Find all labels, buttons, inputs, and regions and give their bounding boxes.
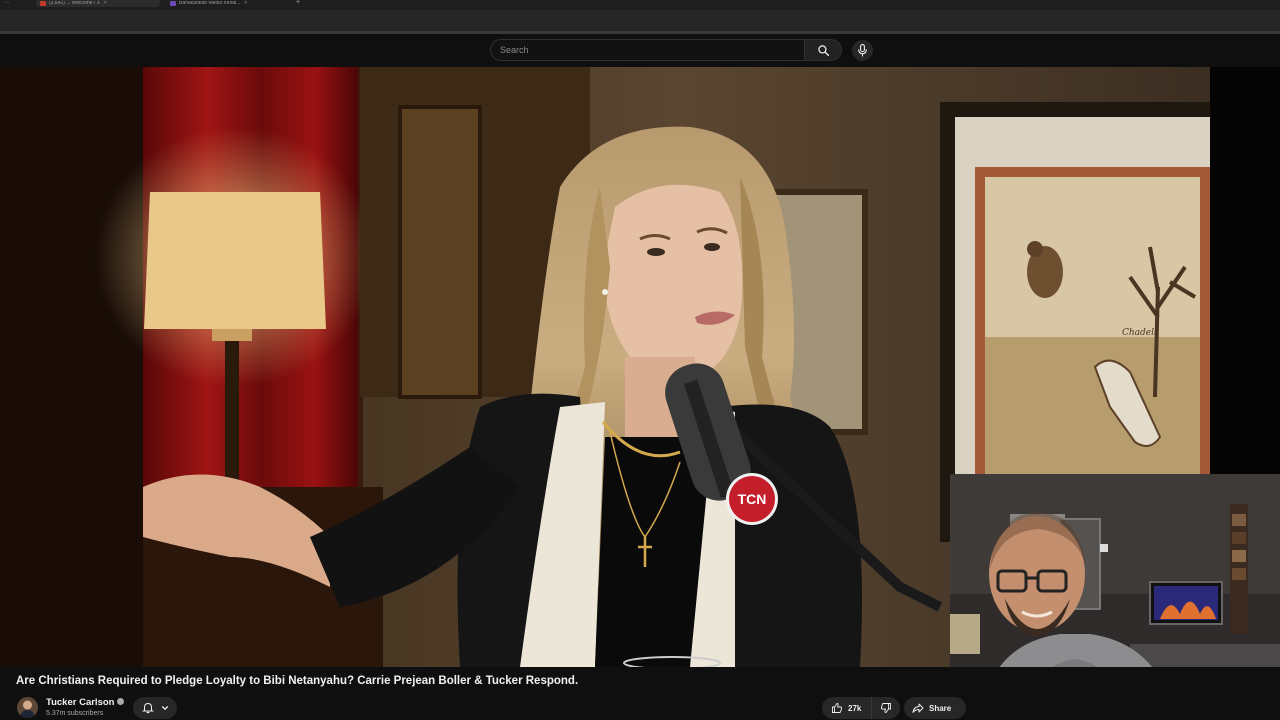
like-button[interactable]: 27k (822, 697, 872, 719)
youtube-header (0, 34, 1280, 67)
tapestry-signature: Chadela (1122, 328, 1159, 338)
tab-title: (3,642) ... Welcome / X (49, 1, 101, 6)
tab-favicon-icon (40, 1, 46, 6)
dislike-button[interactable] (872, 697, 900, 719)
share-label: Share (929, 703, 952, 713)
search-icon (817, 44, 829, 56)
tab-title: ··· (4, 1, 9, 6)
channel-name-text[interactable]: Tucker Carlson (46, 697, 114, 708)
bell-icon (141, 702, 154, 714)
browser-tab-active[interactable]: (3,642) ... Welcome / X ✕ (36, 0, 160, 7)
share-arrow-icon (912, 703, 924, 713)
search-input[interactable] (491, 40, 804, 60)
webcam-frame (950, 474, 1280, 667)
video-title: Are Christians Required to Pledge Loyalt… (16, 675, 579, 687)
voice-search-button[interactable] (852, 40, 873, 61)
tab-close-icon[interactable]: ✕ (103, 1, 107, 6)
mic-icon (858, 44, 867, 57)
tab-close-icon[interactable]: ✕ (243, 1, 247, 6)
browser-toolbar (0, 10, 1280, 34)
browser-tab-strip: ··· (3,642) ... Welcome / X ✕ Banakarald… (0, 0, 1280, 10)
channel-avatar[interactable] (17, 697, 38, 718)
webcam-overlay (950, 474, 1280, 667)
like-count: 27k (848, 703, 862, 713)
mic-logo-text: TCN (738, 491, 767, 507)
search-button[interactable] (804, 39, 842, 61)
search-box (490, 39, 804, 61)
channel-name[interactable]: Tucker Carlson (46, 697, 125, 708)
tab-favicon-icon (170, 1, 176, 6)
tab-title: Banakaralde Media Kendi... (179, 1, 241, 6)
browser-tab[interactable]: Banakaralde Media Kendi... ✕ (166, 0, 290, 7)
subscriber-count: 5.37m subscribers (46, 710, 104, 717)
like-dislike-group: 27k (822, 697, 900, 719)
notifications-button[interactable] (133, 697, 177, 719)
new-tab-button[interactable]: + (296, 0, 300, 6)
video-player[interactable]: Chadela TCN (0, 67, 1280, 667)
chevron-down-icon (161, 705, 168, 711)
thumbs-up-icon (832, 703, 843, 713)
avatar-image (17, 697, 38, 718)
share-button[interactable]: Share (904, 697, 966, 719)
browser-tab[interactable]: ··· (0, 0, 28, 7)
verified-check-icon (117, 698, 125, 705)
thumbs-down-icon (880, 703, 891, 713)
